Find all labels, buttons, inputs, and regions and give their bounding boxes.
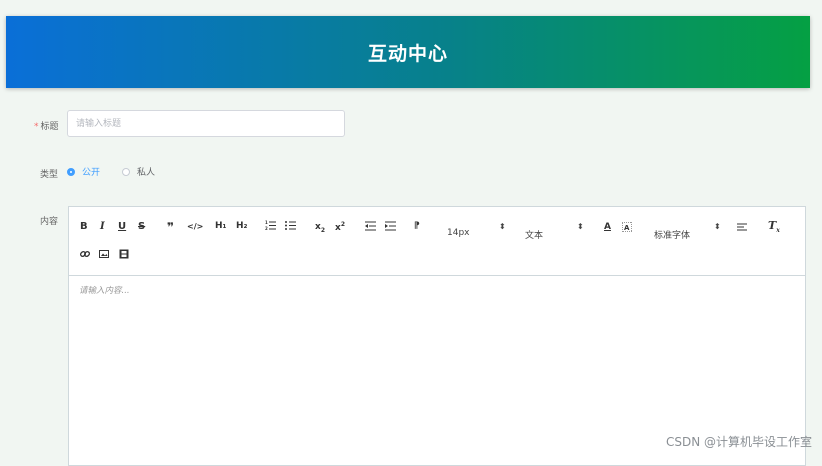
page-title: 互动中心 xyxy=(367,42,448,65)
size-select[interactable]: 14px xyxy=(447,228,470,238)
rich-text-editor: B I U S ❞ </> H₁ H₂ 12 x2 x2 ⁋ 14px ⬍ 文本… xyxy=(68,206,806,466)
rtl-direction-icon[interactable]: ⁋ xyxy=(414,221,420,231)
font-select[interactable]: 标准字体 xyxy=(654,228,690,241)
outdent-icon[interactable] xyxy=(365,221,376,234)
header-select-caret-icon[interactable]: ⬍ xyxy=(577,222,584,231)
header-select[interactable]: 文本 xyxy=(525,228,543,241)
bullet-list-icon[interactable] xyxy=(285,220,296,234)
italic-button[interactable]: I xyxy=(100,221,105,232)
background-color-icon[interactable]: A xyxy=(621,221,633,235)
page-header: 互动中心 xyxy=(6,16,810,88)
radio-public-dot[interactable] xyxy=(67,167,75,176)
font-select-caret-icon[interactable]: ⬍ xyxy=(714,222,721,231)
align-icon[interactable] xyxy=(737,222,747,235)
radio-public-label: 公开 xyxy=(82,168,101,178)
radio-private[interactable]: 私人 xyxy=(122,165,155,178)
svg-text:2: 2 xyxy=(265,226,268,231)
font-color-icon[interactable]: A xyxy=(604,222,611,232)
type-radio-group: 公开 私人 xyxy=(67,165,177,178)
blockquote-button[interactable]: ❞ xyxy=(167,220,174,234)
ordered-list-icon[interactable]: 12 xyxy=(265,220,276,234)
h1-button[interactable]: H₁ xyxy=(215,221,226,231)
csdn-watermark: CSDN @计算机毕设工作室 xyxy=(665,435,812,449)
radio-private-dot[interactable] xyxy=(122,167,131,176)
radio-private-label: 私人 xyxy=(137,168,156,178)
clean-format-button[interactable]: Tx xyxy=(768,219,780,234)
title-label: * 标题 xyxy=(34,122,59,132)
code-block-button[interactable]: </> xyxy=(187,222,203,231)
radio-public[interactable]: 公开 xyxy=(67,165,100,178)
indent-icon[interactable] xyxy=(385,221,396,234)
video-icon[interactable] xyxy=(119,249,129,262)
editor-toolbar: B I U S ❞ </> H₁ H₂ 12 x2 x2 ⁋ 14px ⬍ 文本… xyxy=(69,207,805,276)
underline-button[interactable]: U xyxy=(118,221,126,232)
content-label: 内容 xyxy=(40,217,59,227)
image-icon[interactable] xyxy=(99,249,109,262)
svg-text:A: A xyxy=(624,224,630,232)
superscript-button[interactable]: x2 xyxy=(335,221,345,233)
svg-text:1: 1 xyxy=(265,220,268,225)
size-select-caret-icon[interactable]: ⬍ xyxy=(499,222,506,231)
strike-button[interactable]: S xyxy=(138,221,145,232)
title-input[interactable] xyxy=(67,110,345,137)
editor-content-area[interactable]: 请输入内容... xyxy=(69,276,805,304)
bold-button[interactable]: B xyxy=(80,221,88,232)
subscript-button[interactable]: x2 xyxy=(315,222,325,234)
link-icon[interactable] xyxy=(79,249,91,262)
h2-button[interactable]: H₂ xyxy=(236,221,247,231)
type-label: 类型 xyxy=(40,170,59,180)
required-asterisk: * xyxy=(34,122,39,132)
